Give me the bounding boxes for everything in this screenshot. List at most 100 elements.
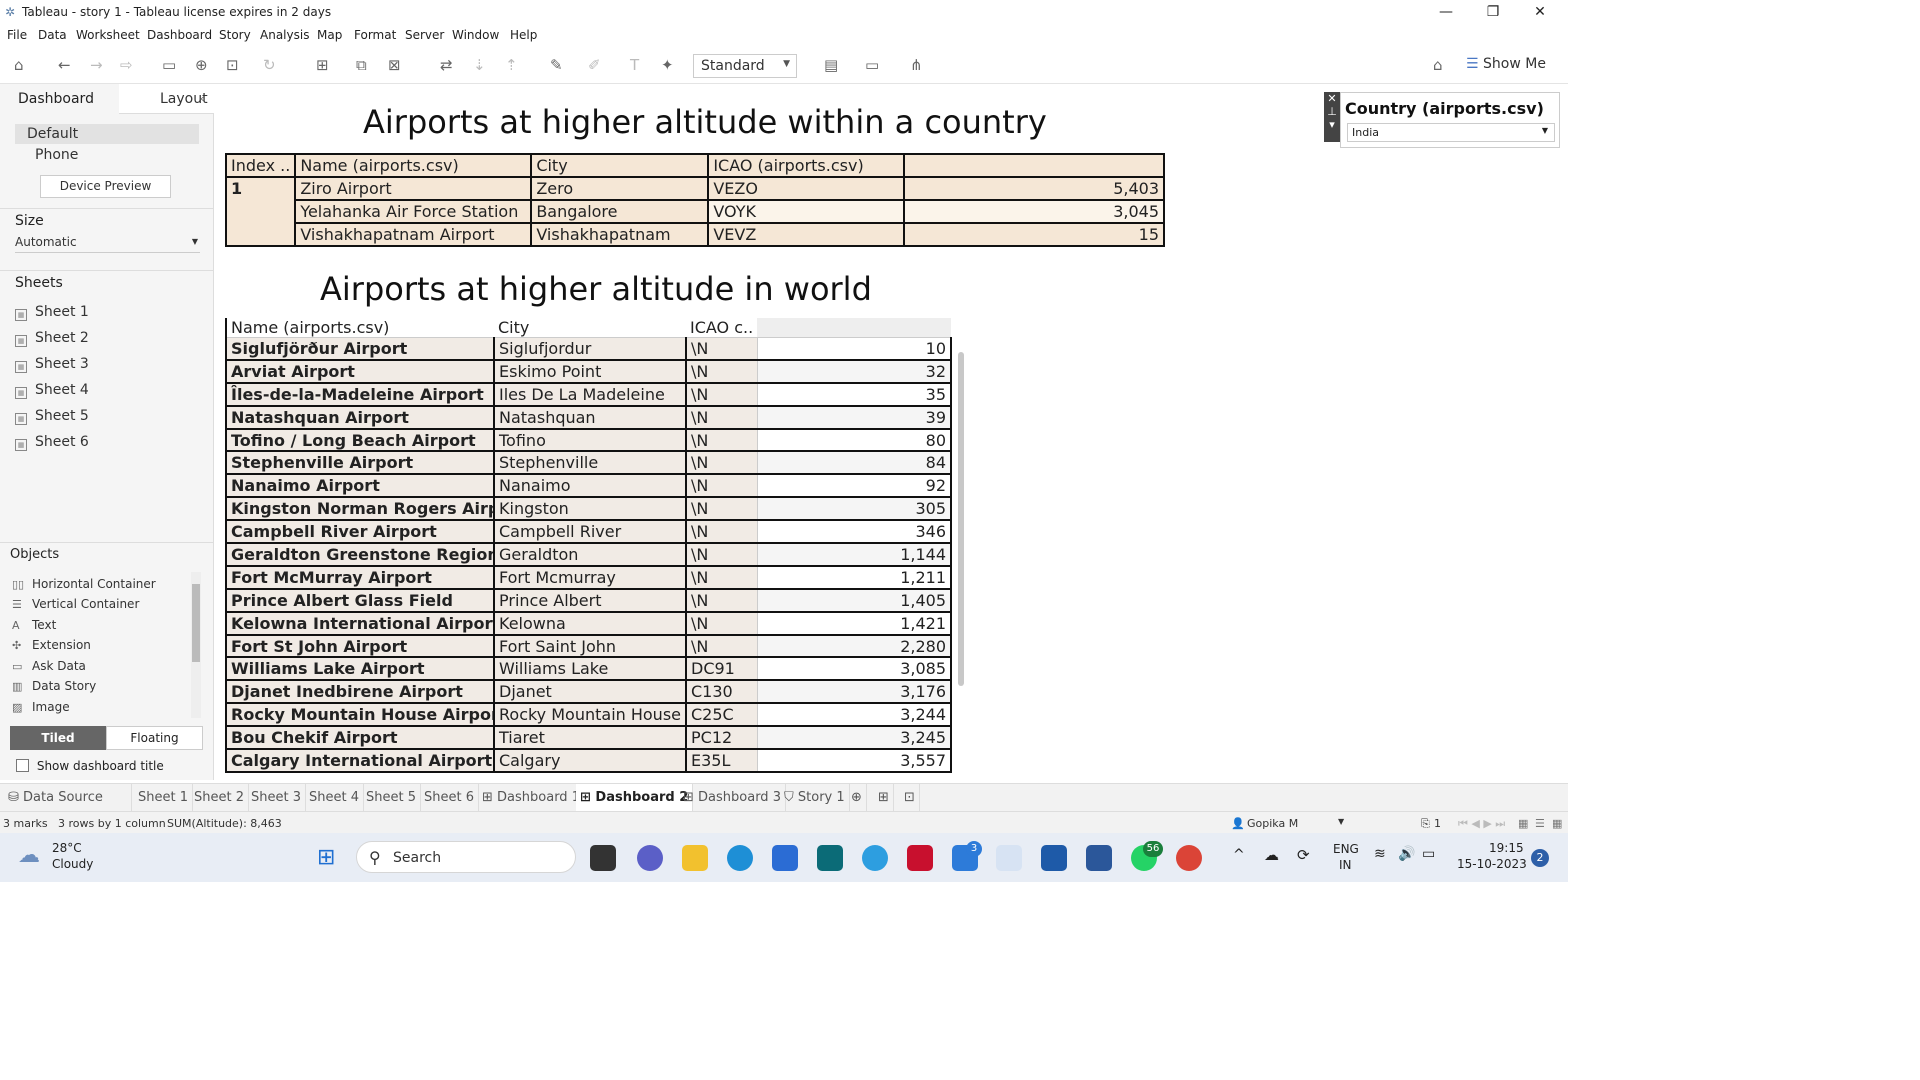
list-view-icon[interactable]: ☰ <box>1535 817 1545 830</box>
new-data-source-icon[interactable]: ⊕ <box>195 56 208 74</box>
table-row[interactable]: Nanaimo Airport Nanaimo \N 92 <box>225 474 952 499</box>
sheet-item-1[interactable]: ▦ Sheet 1 <box>15 304 89 321</box>
table-row[interactable]: Fort St John Airport Fort Saint John \N 2,2… <box>225 634 952 659</box>
sort-ascending-icon[interactable]: ⇣ <box>473 56 486 74</box>
show-cards-icon[interactable]: ▤ <box>824 56 838 74</box>
clock-date[interactable]: 15-10-2023 <box>1457 857 1527 871</box>
save-icon[interactable]: ▭ <box>162 56 176 74</box>
chevron-down-icon[interactable]: ▼ <box>1338 817 1344 826</box>
onedrive-icon[interactable]: ☁ <box>1264 846 1279 864</box>
pin-icon[interactable]: ⊥ <box>1324 105 1340 118</box>
table-row[interactable]: Vishakhapatnam Airport Vishakhapatnam VE… <box>226 222 1165 247</box>
table-row[interactable]: Natashquan Airport Natashquan \N 39 <box>225 405 952 430</box>
menu-help[interactable]: Help <box>510 28 537 42</box>
sheet-item-6[interactable]: ▦ Sheet 6 <box>15 434 89 451</box>
minimize-button[interactable]: — <box>1424 2 1468 22</box>
menu-worksheet[interactable]: Worksheet <box>76 28 140 42</box>
new-worksheet-icon[interactable]: ⊕ <box>847 784 867 812</box>
tab-story-1[interactable]: ⛉ Story 1 <box>780 784 850 812</box>
swap-icon[interactable]: ⇄ <box>440 56 453 74</box>
show-title-checkbox[interactable] <box>16 759 29 772</box>
new-story-icon[interactable]: ⊡ <box>900 784 920 812</box>
table-row[interactable]: Tofino / Long Beach Airport Tofino \N 80 <box>225 428 952 453</box>
duplicate-icon[interactable]: ⧉ <box>356 56 367 74</box>
table-row[interactable]: Bou Chekif Airport Tiaret PC12 3,245 <box>225 726 952 751</box>
table-row[interactable]: Yelahanka Air Force Station Bangalore VO… <box>226 199 1165 224</box>
size-select[interactable]: Automatic ▼ <box>15 235 200 253</box>
share-icon[interactable]: ⋔ <box>910 56 923 74</box>
show-me-button[interactable]: ☰ Show Me <box>1466 56 1546 72</box>
mcafee-icon[interactable] <box>907 845 933 871</box>
fit-select[interactable]: Standard ▼ <box>693 54 797 78</box>
volume-icon[interactable]: 🔊 <box>1398 846 1415 862</box>
menu-server[interactable]: Server <box>405 28 444 42</box>
menu-dashboard[interactable]: Dashboard <box>147 28 212 42</box>
menu-format[interactable]: Format <box>354 28 396 42</box>
header-name[interactable]: Name (airports.csv) <box>294 153 533 178</box>
sync-icon[interactable]: ⟳ <box>1297 846 1310 864</box>
header-city[interactable]: City <box>494 318 686 338</box>
table-row[interactable]: Geraldton Greenstone Regional ..Geraldto… <box>225 543 952 567</box>
table-row[interactable]: Kelowna International Airport Kelowna \N 1,… <box>225 611 952 636</box>
header-icao[interactable]: ICAO c.. <box>686 318 758 338</box>
objects-scrollbar[interactable] <box>191 572 201 718</box>
restore-button[interactable]: ❐ <box>1471 2 1515 22</box>
battery-icon[interactable]: ▭ <box>1422 846 1435 862</box>
header-city[interactable]: City <box>530 153 710 178</box>
undo-icon[interactable]: ← <box>58 56 71 74</box>
lang-primary[interactable]: ENG <box>1333 842 1359 856</box>
object-ask-data[interactable]: ▭ Ask Data <box>12 659 86 673</box>
taskbar-search[interactable]: ⚲ Search <box>356 841 576 873</box>
tab-sheet-1[interactable]: Sheet 1 <box>134 784 193 812</box>
file-explorer-icon[interactable] <box>682 845 708 871</box>
header-index[interactable]: Index .. <box>224 153 297 178</box>
teams-icon[interactable] <box>637 845 663 871</box>
sheet-item-3[interactable]: ▦ Sheet 3 <box>15 356 89 373</box>
presentation-icon[interactable]: ▭ <box>865 56 879 74</box>
table-row[interactable]: Rocky Mountain House Airport Rocky Mounta… <box>225 703 952 728</box>
new-sheet-icon[interactable]: ⊞ <box>316 56 329 74</box>
highlight-icon[interactable]: ✎ <box>550 56 563 74</box>
sheet-item-4[interactable]: ▦ Sheet 4 <box>15 382 89 399</box>
sheet-item-2[interactable]: ▦ Sheet 2 <box>15 330 89 347</box>
table-row[interactable]: Siglufjörður Airport Siglufjordur \N 10 <box>225 337 952 361</box>
group-icon[interactable]: ✐ <box>588 56 601 74</box>
table-row[interactable]: Kingston Norman Rogers AirportKingston\N… <box>225 497 952 522</box>
sort-descending-icon[interactable]: ⇡ <box>505 56 518 74</box>
tab-dashboard-1[interactable]: ⊞ Dashboard 1 <box>478 784 585 812</box>
object-extension[interactable]: ✣ Extension <box>12 638 91 652</box>
tab-dashboard[interactable]: Dashboard <box>0 84 118 114</box>
tray-chevron-icon[interactable]: ^ <box>1233 847 1245 863</box>
table-row[interactable]: Djanet Inedbirene Airport Djanet C130 3,176 <box>225 680 952 705</box>
replace-data-icon[interactable]: ⇨ <box>120 56 133 74</box>
grid-view-icon[interactable]: ▦ <box>1518 817 1528 830</box>
table-row[interactable]: 1 Ziro Airport Zero VEZO 5,403 <box>224 176 1165 247</box>
floating-button[interactable]: Floating <box>106 726 203 750</box>
clock-time[interactable]: 19:15 <box>1489 841 1524 855</box>
device-default[interactable]: Default <box>15 124 199 144</box>
menu-map[interactable]: Map <box>317 28 342 42</box>
tableau-taskbar-icon[interactable] <box>996 845 1022 871</box>
notepad-icon[interactable] <box>1041 845 1067 871</box>
object-image[interactable]: ▨ Image <box>12 700 70 714</box>
menu-file[interactable]: File <box>7 28 27 42</box>
header-value[interactable] <box>757 318 951 338</box>
new-dashboard-icon[interactable]: ⊞ <box>874 784 894 812</box>
device-preview-button[interactable]: Device Preview <box>40 175 171 198</box>
tab-sheet-2[interactable]: Sheet 2 <box>190 784 249 812</box>
close-button[interactable]: ✕ <box>1518 2 1562 22</box>
menu-window[interactable]: Window <box>452 28 499 42</box>
page-nav-icons[interactable]: ⏮ ◀ ▶ ⏭ <box>1458 817 1505 831</box>
tiled-button[interactable]: Tiled <box>10 726 106 750</box>
table-row[interactable]: Fort McMurray Airport Fort Mcmurray \N 1,21… <box>225 565 952 590</box>
brush-icon[interactable]: ⌂ <box>1433 56 1443 74</box>
app-icon[interactable] <box>817 845 843 871</box>
header-name[interactable]: Name (airports.csv) <box>225 318 494 338</box>
scrollbar-thumb[interactable] <box>192 584 200 662</box>
lang-region[interactable]: IN <box>1339 858 1352 872</box>
tab-dashboard-2[interactable]: ⊞ Dashboard 2 <box>576 784 694 812</box>
show-title-row[interactable]: Show dashboard title <box>16 759 164 773</box>
header-value[interactable] <box>903 153 1165 178</box>
refresh-icon[interactable]: ↻ <box>263 56 276 74</box>
object-vertical-container[interactable]: ☰ Vertical Container <box>12 597 139 611</box>
